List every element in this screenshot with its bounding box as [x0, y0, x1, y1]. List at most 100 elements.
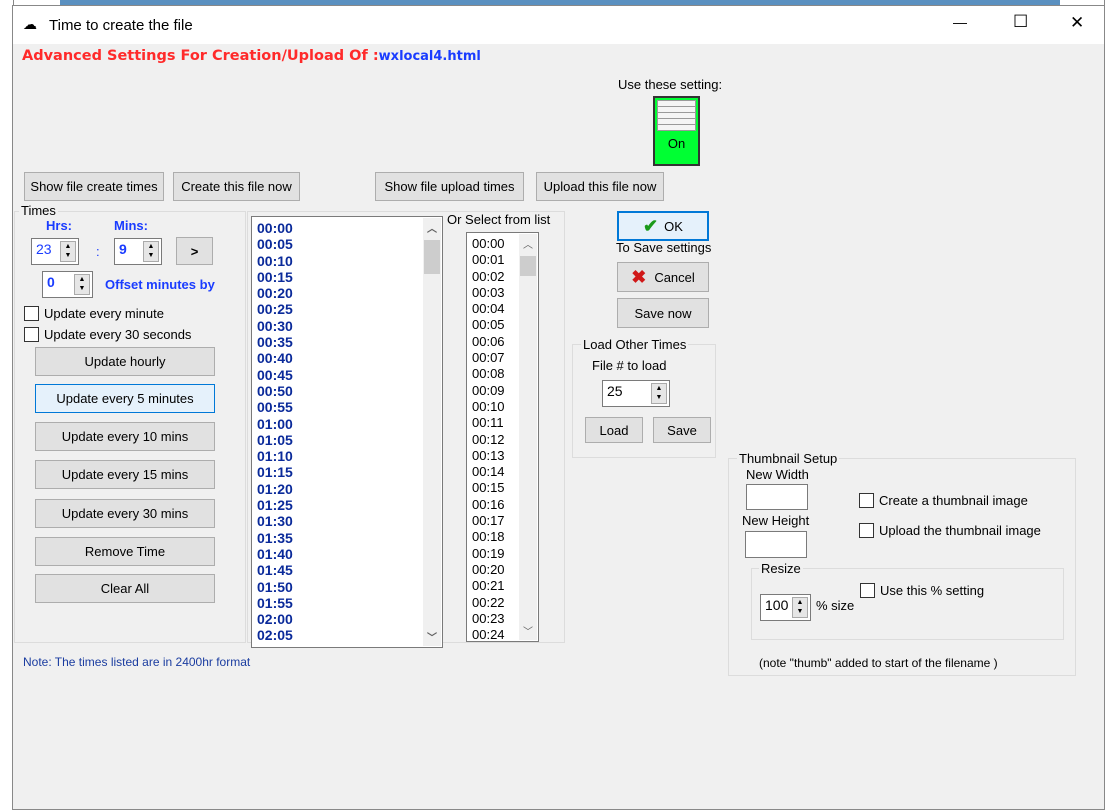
minimize-button[interactable]: — [953, 14, 967, 30]
stepper-arrows-icon[interactable]: ▲ ▼ [143, 241, 159, 262]
offset-stepper[interactable]: 0 ▲ ▼ [42, 271, 93, 298]
list-item[interactable]: 00:35 [257, 334, 442, 350]
list-item[interactable]: 01:40 [257, 546, 442, 562]
minutes-stepper[interactable]: 9 ▲ ▼ [114, 238, 162, 265]
to-save-label: To Save settings [616, 240, 712, 255]
list-item[interactable]: 00:45 [257, 367, 442, 383]
percent-size-label: % size [816, 598, 855, 613]
title-bar[interactable]: ☁ Time to create the file — ☐ ✕ [13, 6, 1104, 44]
create-thumbnail-checkbox[interactable]: Create a thumbnail image [859, 493, 1028, 508]
save-button[interactable]: Save [653, 417, 711, 443]
toggle-state: On [667, 136, 686, 151]
ok-label: OK [664, 218, 683, 234]
file-number-stepper[interactable]: 25 ▲ ▼ [602, 380, 670, 407]
list-item[interactable]: 00:00 [257, 220, 442, 236]
update-hourly-button[interactable]: Update hourly [35, 347, 215, 376]
load-other-legend: Load Other Times [581, 337, 689, 352]
thumbnail-note: (note "thumb" added to start of the file… [759, 656, 998, 670]
upload-thumbnail-checkbox[interactable]: Upload the thumbnail image [859, 523, 1041, 538]
list-item[interactable]: 01:05 [257, 432, 442, 448]
checkbox-label: Use this % setting [880, 583, 985, 598]
remove-time-button[interactable]: Remove Time [35, 537, 215, 566]
list-item[interactable]: 00:05 [257, 236, 442, 252]
checkbox-label: Update every 30 seconds [44, 327, 192, 342]
use-percent-checkbox[interactable]: Use this % setting [860, 583, 984, 598]
stepper-arrows-icon[interactable]: ▲ ▼ [74, 274, 90, 295]
list-item[interactable]: 02:05 [257, 627, 442, 643]
scheduled-times-list[interactable]: ︿ ﹀ 00:00 00:05 00:10 00:15 00:20 00:25 00:30 00… [251, 216, 443, 648]
page-title: Advanced Settings For Creation/Upload Of… [22, 48, 481, 64]
list-item[interactable]: 01:20 [257, 481, 442, 497]
offset-label: Offset minutes by [105, 277, 215, 292]
maximize-button[interactable]: ☐ [1013, 12, 1028, 32]
list-item[interactable]: 00:50 [257, 383, 442, 399]
list-item[interactable]: 00:30 [257, 318, 442, 334]
list-item[interactable]: 00:25 [257, 301, 442, 317]
checkbox-box [24, 327, 39, 342]
ok-button[interactable]: ✔ OK [617, 211, 709, 241]
list-item[interactable]: 00:20 [257, 285, 442, 301]
time-separator: : [96, 244, 100, 259]
scrollbar[interactable]: ︿ ﹀ [519, 234, 537, 640]
scrollbar[interactable]: ︿ ﹀ [423, 218, 441, 646]
clear-all-button[interactable]: Clear All [35, 574, 215, 603]
list-item[interactable]: 01:25 [257, 497, 442, 513]
list-item[interactable]: 01:15 [257, 464, 442, 480]
mins-label: Mins: [114, 218, 148, 233]
list-item[interactable]: 01:30 [257, 513, 442, 529]
list-item[interactable]: 01:00 [257, 416, 442, 432]
new-width-input[interactable] [746, 484, 808, 510]
list-item[interactable]: 01:55 [257, 595, 442, 611]
add-time-button[interactable]: > [176, 237, 213, 265]
update-every-30-mins-button[interactable]: Update every 30 mins [35, 499, 215, 528]
title-prefix: Advanced Settings For Creation/Upload Of… [22, 48, 379, 64]
hours-value: 23 [36, 241, 52, 257]
percent-stepper[interactable]: 100 ▲ ▼ [760, 594, 811, 621]
new-height-input[interactable] [745, 531, 807, 558]
update-every-15-mins-button[interactable]: Update every 15 mins [35, 460, 215, 489]
list-item[interactable]: 01:45 [257, 562, 442, 578]
list-item[interactable]: 01:35 [257, 530, 442, 546]
new-height-label: New Height [742, 513, 810, 528]
show-create-times-button[interactable]: Show file create times [24, 172, 164, 201]
list-item[interactable]: 00:40 [257, 350, 442, 366]
minutes-value: 9 [119, 241, 127, 257]
thumbnail-legend: Thumbnail Setup [737, 451, 840, 466]
list-item[interactable]: 00:15 [257, 269, 442, 285]
upload-now-button[interactable]: Upload this file now [536, 172, 664, 201]
hours-stepper[interactable]: 23 ▲ ▼ [31, 238, 79, 265]
stepper-arrows-icon[interactable]: ▲ ▼ [60, 241, 76, 262]
file-number-value: 25 [607, 383, 623, 399]
list-item[interactable]: 02:00 [257, 611, 442, 627]
scrollbar-thumb[interactable] [520, 256, 536, 276]
close-button[interactable]: ✕ [1070, 13, 1084, 33]
show-upload-times-button[interactable]: Show file upload times [375, 172, 524, 201]
load-button[interactable]: Load [585, 417, 643, 443]
list-item[interactable]: 01:50 [257, 579, 442, 595]
scrollbar-thumb[interactable] [424, 240, 440, 274]
dialog-window: ☁ Time to create the file — ☐ ✕ Advanced… [12, 5, 1105, 810]
update-every-minute-checkbox[interactable]: Update every minute [24, 306, 164, 321]
checkbox-box [24, 306, 39, 321]
checkbox-box [860, 583, 875, 598]
stepper-arrows-icon[interactable]: ▲ ▼ [792, 597, 808, 618]
format-note: Note: The times listed are in 2400hr for… [23, 655, 251, 669]
list-item[interactable]: 00:10 [257, 253, 442, 269]
list-item[interactable]: 00:55 [257, 399, 442, 415]
select-time-list[interactable]: ︿ ﹀ 00:00 00:01 00:02 00:03 00:04 00:05 00:06 00… [466, 232, 539, 642]
use-setting-toggle[interactable]: On [653, 96, 700, 166]
update-every-5-minutes-button[interactable]: Update every 5 minutes [35, 384, 215, 413]
checkbox-label: Upload the thumbnail image [879, 523, 1041, 538]
save-now-button[interactable]: Save now [617, 298, 709, 328]
use-setting-label: Use these setting: [618, 77, 723, 92]
offset-value: 0 [47, 274, 55, 290]
cancel-button[interactable]: ✖ Cancel [617, 262, 709, 292]
update-every-30s-checkbox[interactable]: Update every 30 seconds [24, 327, 191, 342]
resize-legend: Resize [759, 561, 803, 576]
create-now-button[interactable]: Create this file now [173, 172, 300, 201]
title-filename: wxlocal4.html [378, 49, 481, 64]
list-item[interactable]: 01:10 [257, 448, 442, 464]
stepper-arrows-icon[interactable]: ▲ ▼ [651, 383, 667, 404]
update-every-10-mins-button[interactable]: Update every 10 mins [35, 422, 215, 451]
background-app-right [1104, 0, 1114, 810]
